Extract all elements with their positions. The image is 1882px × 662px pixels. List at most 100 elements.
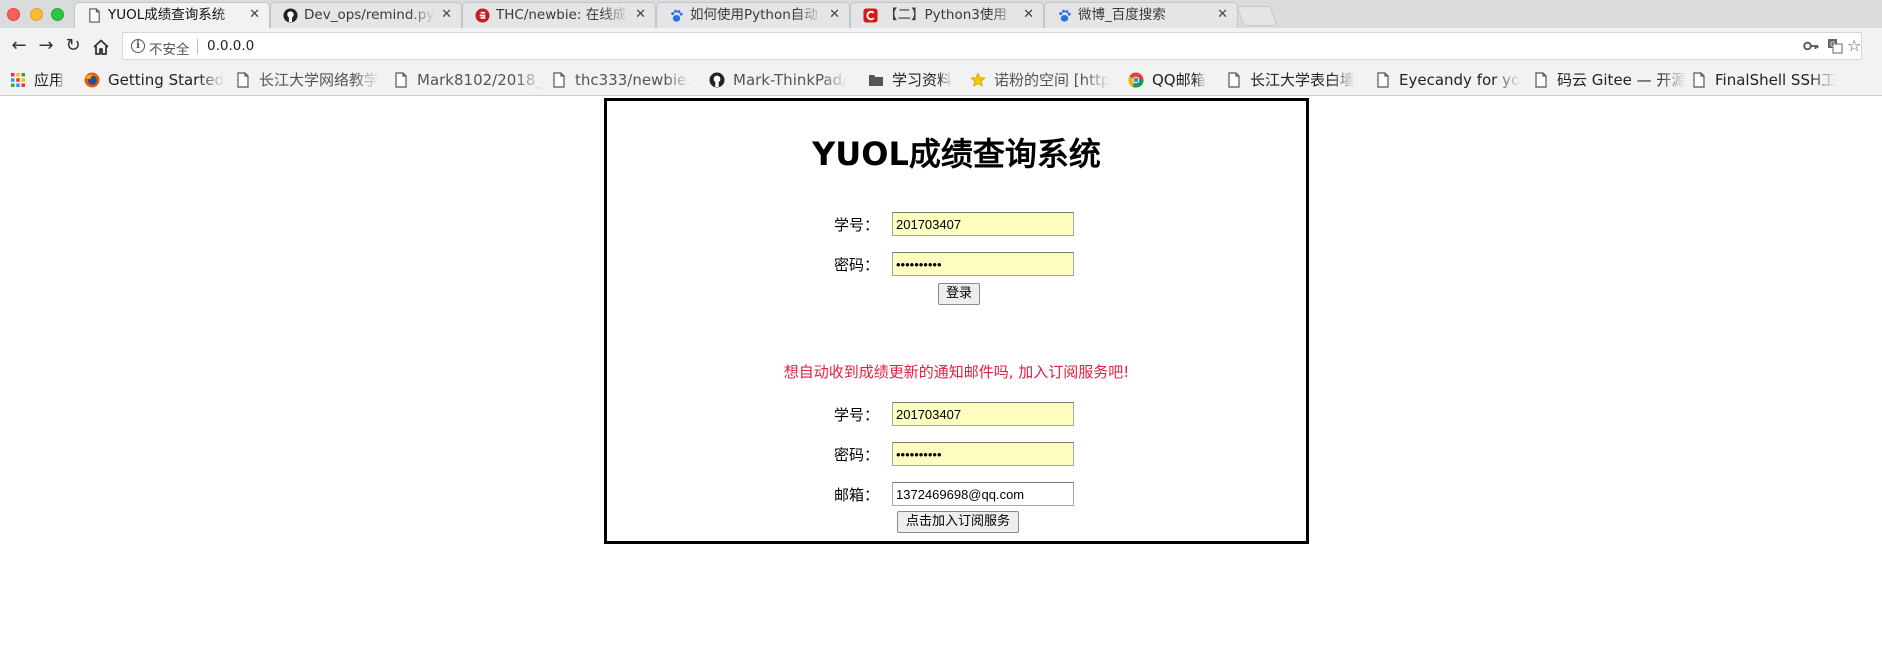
bookmark-thc333[interactable]: thc333/newbie: (551, 69, 691, 91)
page-icon (1535, 72, 1547, 88)
info-icon[interactable]: i (131, 39, 145, 53)
close-icon[interactable]: ✕ (829, 3, 840, 27)
login-password-input[interactable] (892, 252, 1074, 276)
bookmark-apps[interactable]: 应用 (10, 69, 64, 91)
bookmark-star-icon[interactable]: ☆ (1847, 36, 1861, 55)
maximize-window-button[interactable] (51, 8, 64, 21)
reload-icon[interactable]: ↻ (62, 35, 84, 57)
bookmark-label: 学习资料 (892, 71, 953, 89)
apps-grid-icon (11, 73, 25, 87)
login-password-row: 密码： (607, 252, 1306, 278)
bookmark-label: Eyecandy for yo (1399, 71, 1521, 89)
bookmark-label: 诺粉的空间 [http (994, 71, 1111, 89)
bookmark-label: 长江大学网络教学 (259, 71, 380, 89)
page-icon (237, 72, 249, 88)
tab-yuol[interactable]: YUOL成绩查询系统 ✕ (74, 2, 270, 28)
page-icon (1228, 72, 1240, 88)
svg-text:G: G (1830, 41, 1835, 49)
tab-title: 【二】Python3使用 (884, 7, 1007, 23)
close-icon[interactable]: ✕ (441, 3, 452, 27)
address-bar[interactable]: i 不安全 0.0.0.0 G ☆ (122, 32, 1862, 60)
tab-python3-usage[interactable]: 【二】Python3使用 ✕ (850, 2, 1044, 28)
bookmark-label: thc333/newbie: (575, 71, 692, 89)
subscribe-password-row: 密码： (607, 442, 1306, 468)
security-status[interactable]: 不安全 (149, 38, 190, 58)
tab-python-how-to[interactable]: 如何使用Python自动 ✕ (656, 2, 850, 28)
bookmark-qq-mail[interactable]: QQ邮箱 (1128, 69, 1206, 91)
close-icon[interactable]: ✕ (1217, 3, 1228, 27)
bookmark-label: QQ邮箱 (1152, 71, 1206, 89)
subscribe-password-input[interactable] (892, 442, 1074, 466)
bookmarks-bar: 应用 Getting Started 长江大学网络教学 Mark8102/201… (0, 64, 1882, 96)
chrome-icon (1128, 72, 1144, 88)
bookmark-folder-study[interactable]: 学习资料 (868, 69, 952, 91)
page-icon (1377, 72, 1389, 88)
forward-arrow-icon[interactable]: → (35, 35, 57, 57)
gitee-icon (475, 8, 490, 23)
home-icon[interactable] (92, 38, 110, 56)
bookmark-label: 应用 (34, 71, 65, 89)
password-label: 密码： (833, 256, 879, 274)
page-title: YUOL成绩查询系统 (812, 135, 1101, 173)
csdn-icon (863, 8, 878, 23)
baidu-paw-icon (1059, 9, 1071, 22)
subscribe-student-id-input[interactable] (892, 402, 1074, 426)
bookmark-label: FinalShell SSH工 (1715, 71, 1837, 89)
minimize-window-button[interactable] (30, 8, 43, 21)
url-text[interactable]: 0.0.0.0 (207, 38, 254, 54)
firefox-icon (84, 72, 100, 88)
bookmark-mark-thinkpad[interactable]: Mark-ThinkPad/ (709, 69, 847, 91)
page-icon (1693, 72, 1705, 88)
bookmark-label: Mark8102/2018_ (417, 71, 543, 89)
tab-dev-ops[interactable]: Dev_ops/remind.py ✕ (270, 2, 462, 28)
github-icon (283, 8, 298, 23)
tab-thc-newbie[interactable]: THC/newbie: 在线成 ✕ (462, 2, 656, 28)
tab-title: Dev_ops/remind.py (304, 7, 435, 23)
github-icon (709, 72, 725, 88)
translate-icon[interactable]: G (1827, 38, 1843, 54)
back-arrow-icon[interactable]: ← (8, 35, 30, 57)
key-icon[interactable] (1803, 39, 1819, 53)
subscribe-email-input[interactable] (892, 482, 1074, 506)
bookmark-label: 码云 Gitee — 开源 (1557, 71, 1687, 89)
tab-strip: YUOL成绩查询系统 ✕ Dev_ops/remind.py ✕ THC/new… (0, 0, 1882, 28)
baidu-paw-icon (671, 9, 683, 22)
bookmark-mark8102[interactable]: Mark8102/2018_ (393, 69, 543, 91)
bookmark-nuofen-space[interactable]: 诺粉的空间 [http (970, 69, 1110, 91)
bookmark-confession-wall[interactable]: 长江大学表白墙 (1226, 69, 1355, 91)
email-label: 邮箱： (833, 486, 879, 504)
folder-icon (869, 75, 883, 86)
close-icon[interactable]: ✕ (249, 3, 260, 27)
page-icon (89, 8, 100, 23)
new-tab-button[interactable] (1236, 6, 1278, 26)
bookmark-finalshell[interactable]: FinalShell SSH工 (1691, 69, 1836, 91)
star-icon (970, 72, 986, 87)
tab-title: THC/newbie: 在线成 (496, 7, 627, 23)
close-window-button[interactable] (7, 8, 20, 21)
subscribe-notice: 想自动收到成绩更新的通知邮件吗, 加入订阅服务吧! (783, 363, 1130, 381)
password-label: 密码： (833, 446, 879, 464)
divider (197, 39, 198, 54)
close-icon[interactable]: ✕ (635, 3, 646, 27)
close-icon[interactable]: ✕ (1023, 3, 1034, 27)
bookmark-gitee[interactable]: 码云 Gitee — 开源 (1533, 69, 1686, 91)
student-id-label: 学号： (833, 216, 879, 234)
browser-toolbar: ← → ↻ i 不安全 0.0.0.0 G ☆ (0, 28, 1882, 64)
bookmark-eyecandy[interactable]: Eyecandy for yo (1375, 69, 1520, 91)
page-container: YUOL成绩查询系统 学号： 密码： 登录 想自动收到成绩更新的通知邮件吗, 加… (604, 98, 1309, 544)
bookmark-getting-started[interactable]: Getting Started (84, 69, 224, 91)
bookmark-label: Getting Started (108, 71, 224, 89)
subscribe-email-row: 邮箱： (607, 482, 1306, 508)
subscribe-student-id-row: 学号： (607, 402, 1306, 428)
bookmark-yangtze-net[interactable]: 长江大学网络教学 (235, 69, 379, 91)
page-icon (395, 72, 407, 88)
bookmark-label: 长江大学表白墙 (1250, 71, 1356, 89)
tab-title: YUOL成绩查询系统 (108, 7, 226, 23)
tab-title: 微博_百度搜索 (1078, 7, 1166, 23)
tab-weibo-search[interactable]: 微博_百度搜索 ✕ (1044, 2, 1238, 28)
login-student-id-input[interactable] (892, 212, 1074, 236)
login-button[interactable]: 登录 (938, 283, 980, 305)
bookmark-label: Mark-ThinkPad/ (733, 71, 848, 89)
student-id-label: 学号： (833, 406, 879, 424)
subscribe-button[interactable]: 点击加入订阅服务 (897, 511, 1019, 533)
